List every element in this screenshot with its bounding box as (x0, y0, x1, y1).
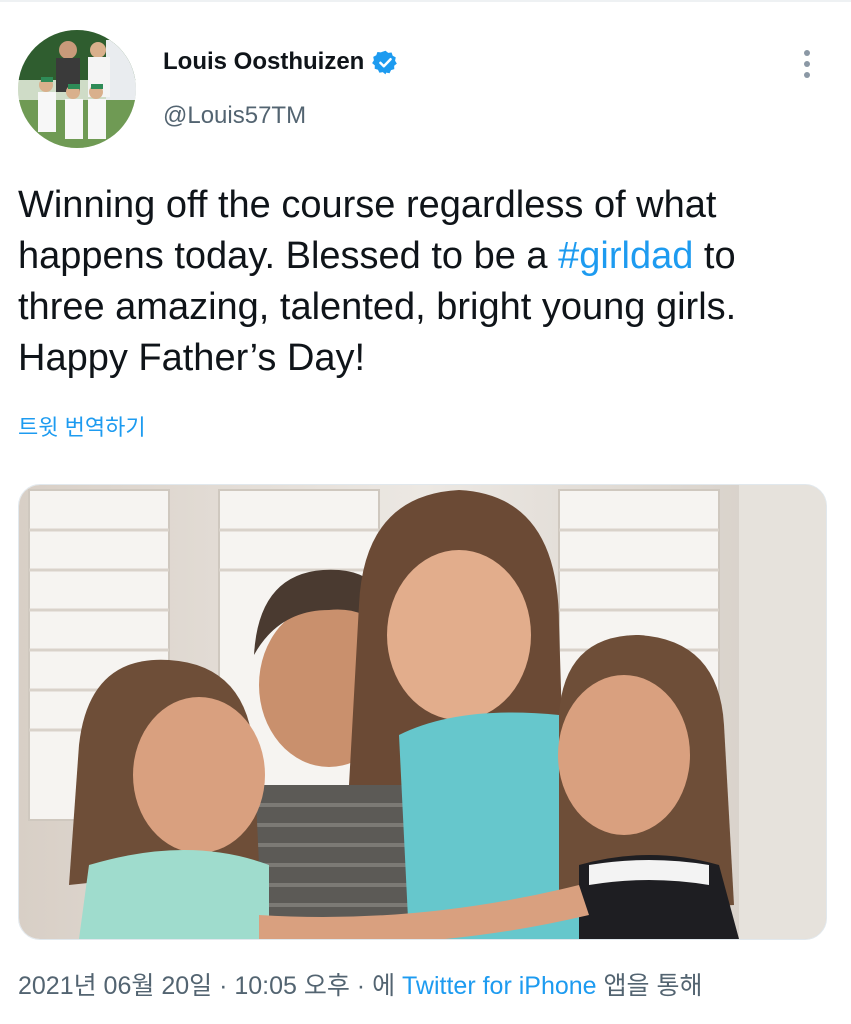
verified-badge-icon (372, 49, 399, 76)
meta-separator-source: · 에 (349, 972, 403, 1000)
meta-suffix: 앱을 통해 (596, 972, 703, 1000)
author-name-row[interactable]: Louis Oosthuizen (163, 48, 399, 76)
tweet-date: 2021년 06월 20일 (18, 972, 213, 1000)
meta-separator: · (212, 972, 235, 1000)
source-link[interactable]: Twitter for iPhone (402, 972, 597, 1000)
tweet-photo[interactable] (18, 484, 827, 940)
top-divider (0, 0, 851, 2)
tweet-text: Winning off the course regardless of wha… (18, 180, 818, 384)
avatar[interactable] (18, 30, 136, 148)
more-options-icon[interactable] (797, 50, 817, 82)
tweet-time: 10:05 오후 (234, 972, 350, 1000)
translate-tweet-link[interactable]: 트윗 번역하기 (18, 410, 146, 442)
hashtag-link[interactable]: #girldad (558, 235, 693, 277)
author-handle[interactable]: @Louis57TM (163, 102, 306, 130)
tweet-meta: 2021년 06월 20일 · 10:05 오후 · 에 Twitter for… (18, 966, 702, 1002)
author-name[interactable]: Louis Oosthuizen (163, 48, 364, 76)
